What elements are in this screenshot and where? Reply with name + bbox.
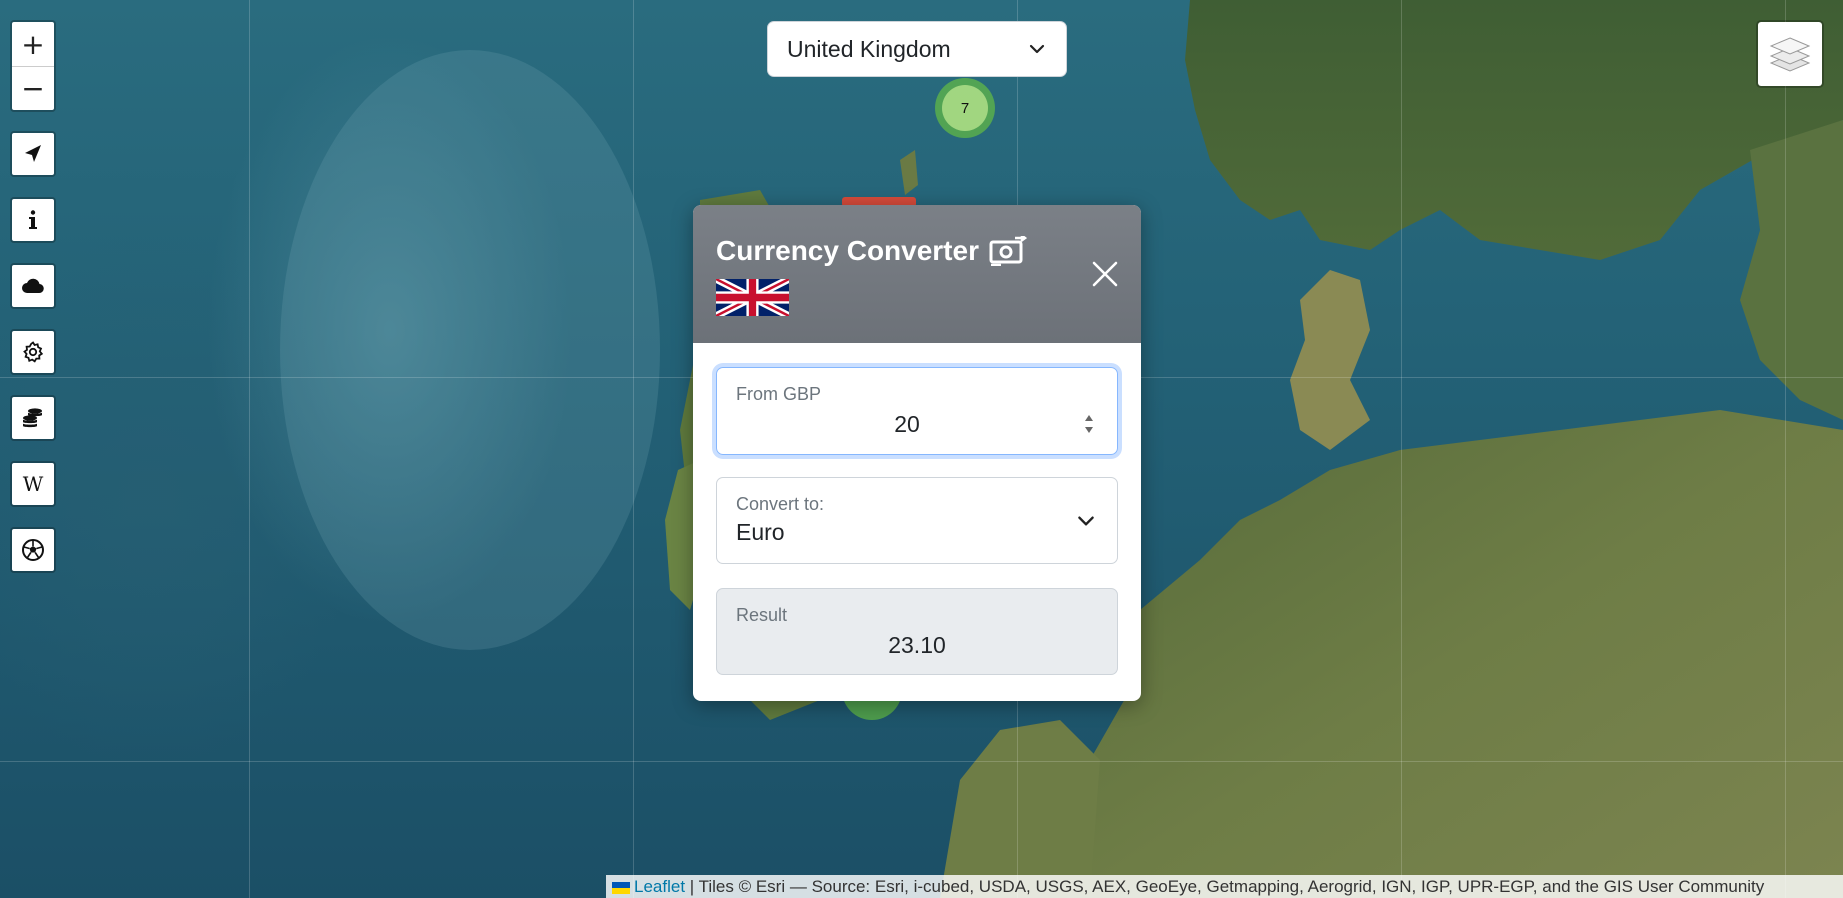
result-label: Result [736,605,788,625]
locate-icon [25,145,41,162]
money-exchange-icon [989,236,1027,266]
result-value: 23.10 [888,632,946,658]
weather-cloud-icon [22,278,44,294]
currency-button[interactable] [10,395,56,441]
weather-button[interactable] [10,263,56,309]
from-amount-value[interactable]: 20 [736,411,1098,438]
layers-icon [1769,37,1811,72]
country-select-value: United Kingdom [787,35,951,62]
football-button[interactable] [10,527,56,573]
close-icon[interactable] [1089,258,1121,290]
zoom-out-button[interactable]: − [12,66,54,110]
football-icon [22,539,44,561]
convert-to-value: Euro [736,519,785,545]
chevron-down-icon [1078,516,1094,526]
result-field: Result 23.10 [716,588,1118,675]
country-select[interactable]: United Kingdom [767,21,1067,77]
modal-title-text: Currency Converter [716,235,979,266]
chevron-down-icon [1029,44,1045,54]
marker-cluster[interactable]: 7 [935,78,995,138]
convert-to-label: Convert to: [736,494,825,514]
info-button[interactable] [10,197,56,243]
number-spinner-icon[interactable] [1083,410,1095,438]
locate-button[interactable] [10,131,56,177]
layers-control-button[interactable] [1756,20,1824,88]
map-attribution: Leaflet | Tiles © Esri — Source: Esri, i… [606,875,1843,898]
attribution-text: | Tiles © Esri — Source: Esri, i-cubed, … [689,877,1765,896]
modal-header: Currency Converter [693,205,1141,343]
uk-flag-icon [714,275,791,320]
modal-body: From GBP 20 Convert to: Euro Result 23.1… [693,343,1141,699]
cluster-count: 7 [960,99,970,117]
currency-coins-icon [23,408,42,428]
zoom-in-button[interactable]: + [12,22,54,66]
from-amount-field[interactable]: From GBP 20 [716,367,1118,455]
wikipedia-button[interactable]: W [10,461,56,507]
zoom-control: + − [10,20,56,112]
svg-text:W: W [23,472,44,496]
from-amount-label: From GBP [736,384,822,404]
currency-converter-modal: Currency Converter From GBP 20 Convert t… [693,205,1141,701]
settings-gear-icon [23,341,44,363]
wikipedia-icon: W [23,472,44,496]
leaflet-link[interactable]: Leaflet [634,877,685,896]
ukraine-flag-icon [612,881,630,894]
settings-button[interactable] [10,329,56,375]
convert-to-select[interactable]: Convert to: Euro [716,477,1118,564]
modal-title: Currency Converter [716,235,1118,267]
info-icon [29,210,37,229]
